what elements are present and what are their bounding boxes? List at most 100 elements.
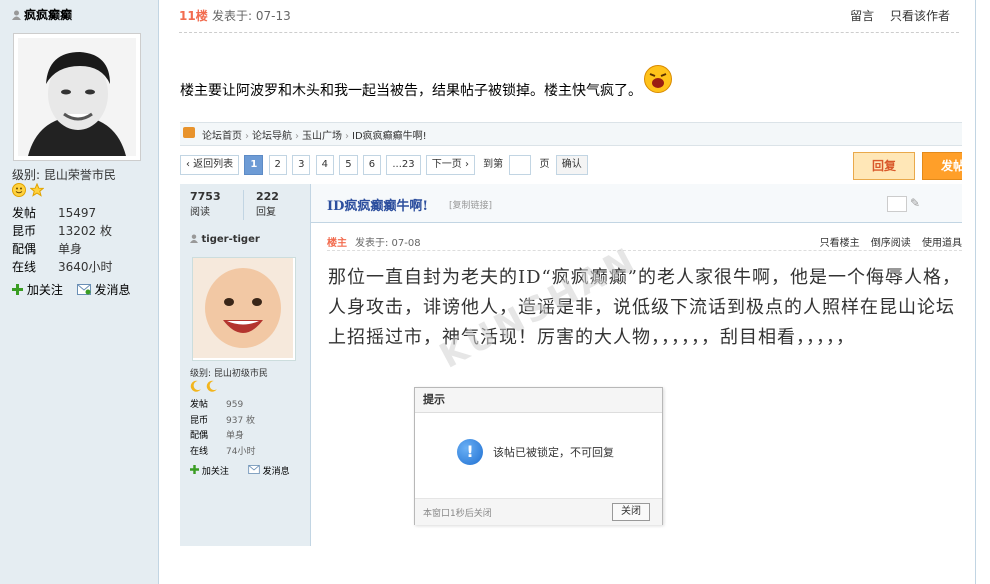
user-offline-icon (190, 234, 198, 243)
dialog-footer: 本窗口1秒后关闭 关闭 (415, 498, 662, 525)
op-username-row[interactable]: tiger-tiger (190, 234, 260, 245)
leave-message-link[interactable]: 留言 (850, 9, 874, 23)
stat-value: 单身 (226, 431, 245, 441)
info-icon: ! (457, 439, 483, 465)
stat-label: 昆币 (12, 224, 37, 238)
op-follow-label[interactable]: 加关注 (202, 467, 229, 477)
page-link[interactable]: 5 (339, 155, 358, 175)
only-op-link[interactable]: 只看楼主 (820, 238, 860, 249)
dialog-close-button[interactable]: 关闭 (612, 503, 650, 521)
page-link[interactable]: 4 (315, 155, 335, 175)
stat-label: 配偶 (12, 242, 37, 256)
author-level: 级别: 昆山荣誉市民 (12, 168, 116, 182)
follow-button[interactable]: 加关注 (12, 283, 67, 297)
dialog-title: 提示 (415, 388, 662, 413)
user-offline-icon (12, 10, 21, 20)
views-count: 7753 (190, 190, 221, 203)
stat-divider (243, 190, 244, 220)
op-stats: 发帖 959 昆币 937 枚 配偶 单身 在线 74小时 (190, 398, 305, 460)
page-link[interactable]: 6 (362, 155, 382, 175)
stat-value: 959 (226, 400, 244, 410)
op-stat-row: 发帖 959 (190, 398, 305, 414)
author-name[interactable]: 疯疯癫癫 (24, 8, 72, 22)
breadcrumb-sep: › (245, 131, 249, 142)
stat-label: 配偶 (190, 431, 209, 441)
page-link-last[interactable]: ...23 (386, 155, 421, 175)
message-button[interactable]: 发消息 (76, 283, 131, 297)
op-username[interactable]: tiger-tiger (201, 234, 259, 245)
author-rank-icons (12, 182, 45, 197)
op-avatar[interactable] (192, 257, 296, 361)
confirm-page-button[interactable]: 确认 (555, 155, 588, 175)
breadcrumb-items: 论坛首页 › 论坛导航 › 玉山广场 › ID疯疯癫癫牛啊! (202, 127, 427, 142)
post-floor: 11楼 (179, 9, 208, 23)
page-link[interactable]: 2 (268, 155, 287, 175)
locked-dialog: 提示 ! 该帖已被锁定，不可回复 本窗口1秒后关闭 关闭 (414, 387, 663, 525)
stat-value: 74小时 (226, 446, 256, 457)
home-icon[interactable] (183, 127, 195, 138)
use-tool-link[interactable]: 使用道具 (922, 238, 962, 249)
op-post-time: 发表于: 07-08 (355, 238, 421, 249)
stat-value: 单身 (58, 242, 83, 256)
back-to-list-button[interactable]: ‹ 返回列表 (180, 155, 240, 175)
views-label: 阅读 (190, 207, 210, 218)
wrench-icon[interactable]: ✎ (910, 196, 920, 210)
post-divider (179, 32, 959, 33)
goto-label: 到第 (483, 159, 504, 170)
author-name-row[interactable]: 疯疯癫癫 (12, 6, 72, 23)
moon-rank-icon (206, 380, 217, 392)
stat-label: 在线 (12, 260, 37, 274)
stat-value: 13202 枚 (58, 224, 112, 238)
next-page-button[interactable]: 下一页 › (425, 155, 475, 175)
page-link[interactable]: 3 (292, 155, 311, 175)
stat-row-coins: 昆币 13202 枚 (12, 222, 152, 240)
page-number-input[interactable] (509, 155, 532, 175)
stat-label: 发帖 (190, 400, 209, 410)
stat-value: 937 枚 (226, 415, 256, 426)
print-box[interactable] (887, 196, 907, 212)
breadcrumb-sep: › (345, 131, 349, 142)
follow-label[interactable]: 加关注 (27, 283, 63, 297)
envelope-icon (76, 284, 91, 295)
stat-label: 在线 (190, 446, 209, 457)
post-time: 发表于: 07-13 (212, 9, 291, 23)
breadcrumb-nav[interactable]: 论坛导航 (252, 131, 292, 142)
replies-stat: 222 回复 (256, 190, 279, 218)
pager: ‹ 返回列表 1 2 3 4 5 6 ...23 下一页 › 到第 页 确认 (180, 155, 590, 175)
post-links: 留言 只看该作者 (838, 7, 950, 24)
breadcrumb-thread[interactable]: ID疯疯癫癫牛啊! (352, 131, 427, 142)
page-right-border (975, 0, 976, 584)
author-avatar[interactable] (13, 33, 141, 161)
author-avatar-photo (18, 38, 136, 156)
plus-icon (12, 284, 23, 295)
reverse-order-link[interactable]: 倒序阅读 (871, 238, 911, 249)
op-rank-icons (190, 380, 218, 395)
breadcrumb-home[interactable]: 论坛首页 (202, 131, 242, 142)
op-message-label[interactable]: 发消息 (263, 467, 290, 477)
op-stat-row: 配偶 单身 (190, 429, 305, 445)
replies-label: 回复 (256, 207, 276, 218)
op-avatar-photo (193, 258, 293, 358)
op-floor: 楼主 (327, 238, 347, 249)
page-unit-label: 页 (539, 159, 550, 170)
copy-link-button[interactable]: [复制链接] (449, 198, 492, 211)
breadcrumb-sep: › (295, 131, 299, 142)
op-actions: 加关注 发消息 (190, 464, 306, 477)
author-actions: 加关注 发消息 (12, 281, 141, 298)
dialog-countdown: 本窗口1秒后关闭 (423, 509, 492, 519)
stat-row-posts: 发帖 15497 (12, 204, 152, 222)
thread-header: ID疯疯癫癫牛啊! [复制链接] ✎ (311, 184, 962, 223)
only-author-link[interactable]: 只看该作者 (890, 9, 950, 23)
stat-value: 15497 (58, 206, 97, 220)
breadcrumb-board[interactable]: 玉山广场 (302, 131, 342, 142)
op-follow-button[interactable]: 加关注 (190, 465, 237, 477)
op-level: 级别: 昆山初级市民 (190, 369, 268, 379)
message-label[interactable]: 发消息 (95, 283, 131, 297)
author-sidebar: 疯疯癫癫 级别: 昆山荣誉市民 发帖 15497 昆币 13202 枚 配偶 单… (0, 0, 159, 584)
page-link[interactable]: 1 (244, 155, 264, 175)
op-message-button[interactable]: 发消息 (248, 465, 298, 477)
new-post-button[interactable]: 发帖 (922, 152, 962, 180)
reply-button[interactable]: 回复 (853, 152, 915, 180)
star-rank-icon (29, 182, 45, 197)
thread-title[interactable]: ID疯疯癫癫牛啊! (327, 195, 428, 214)
